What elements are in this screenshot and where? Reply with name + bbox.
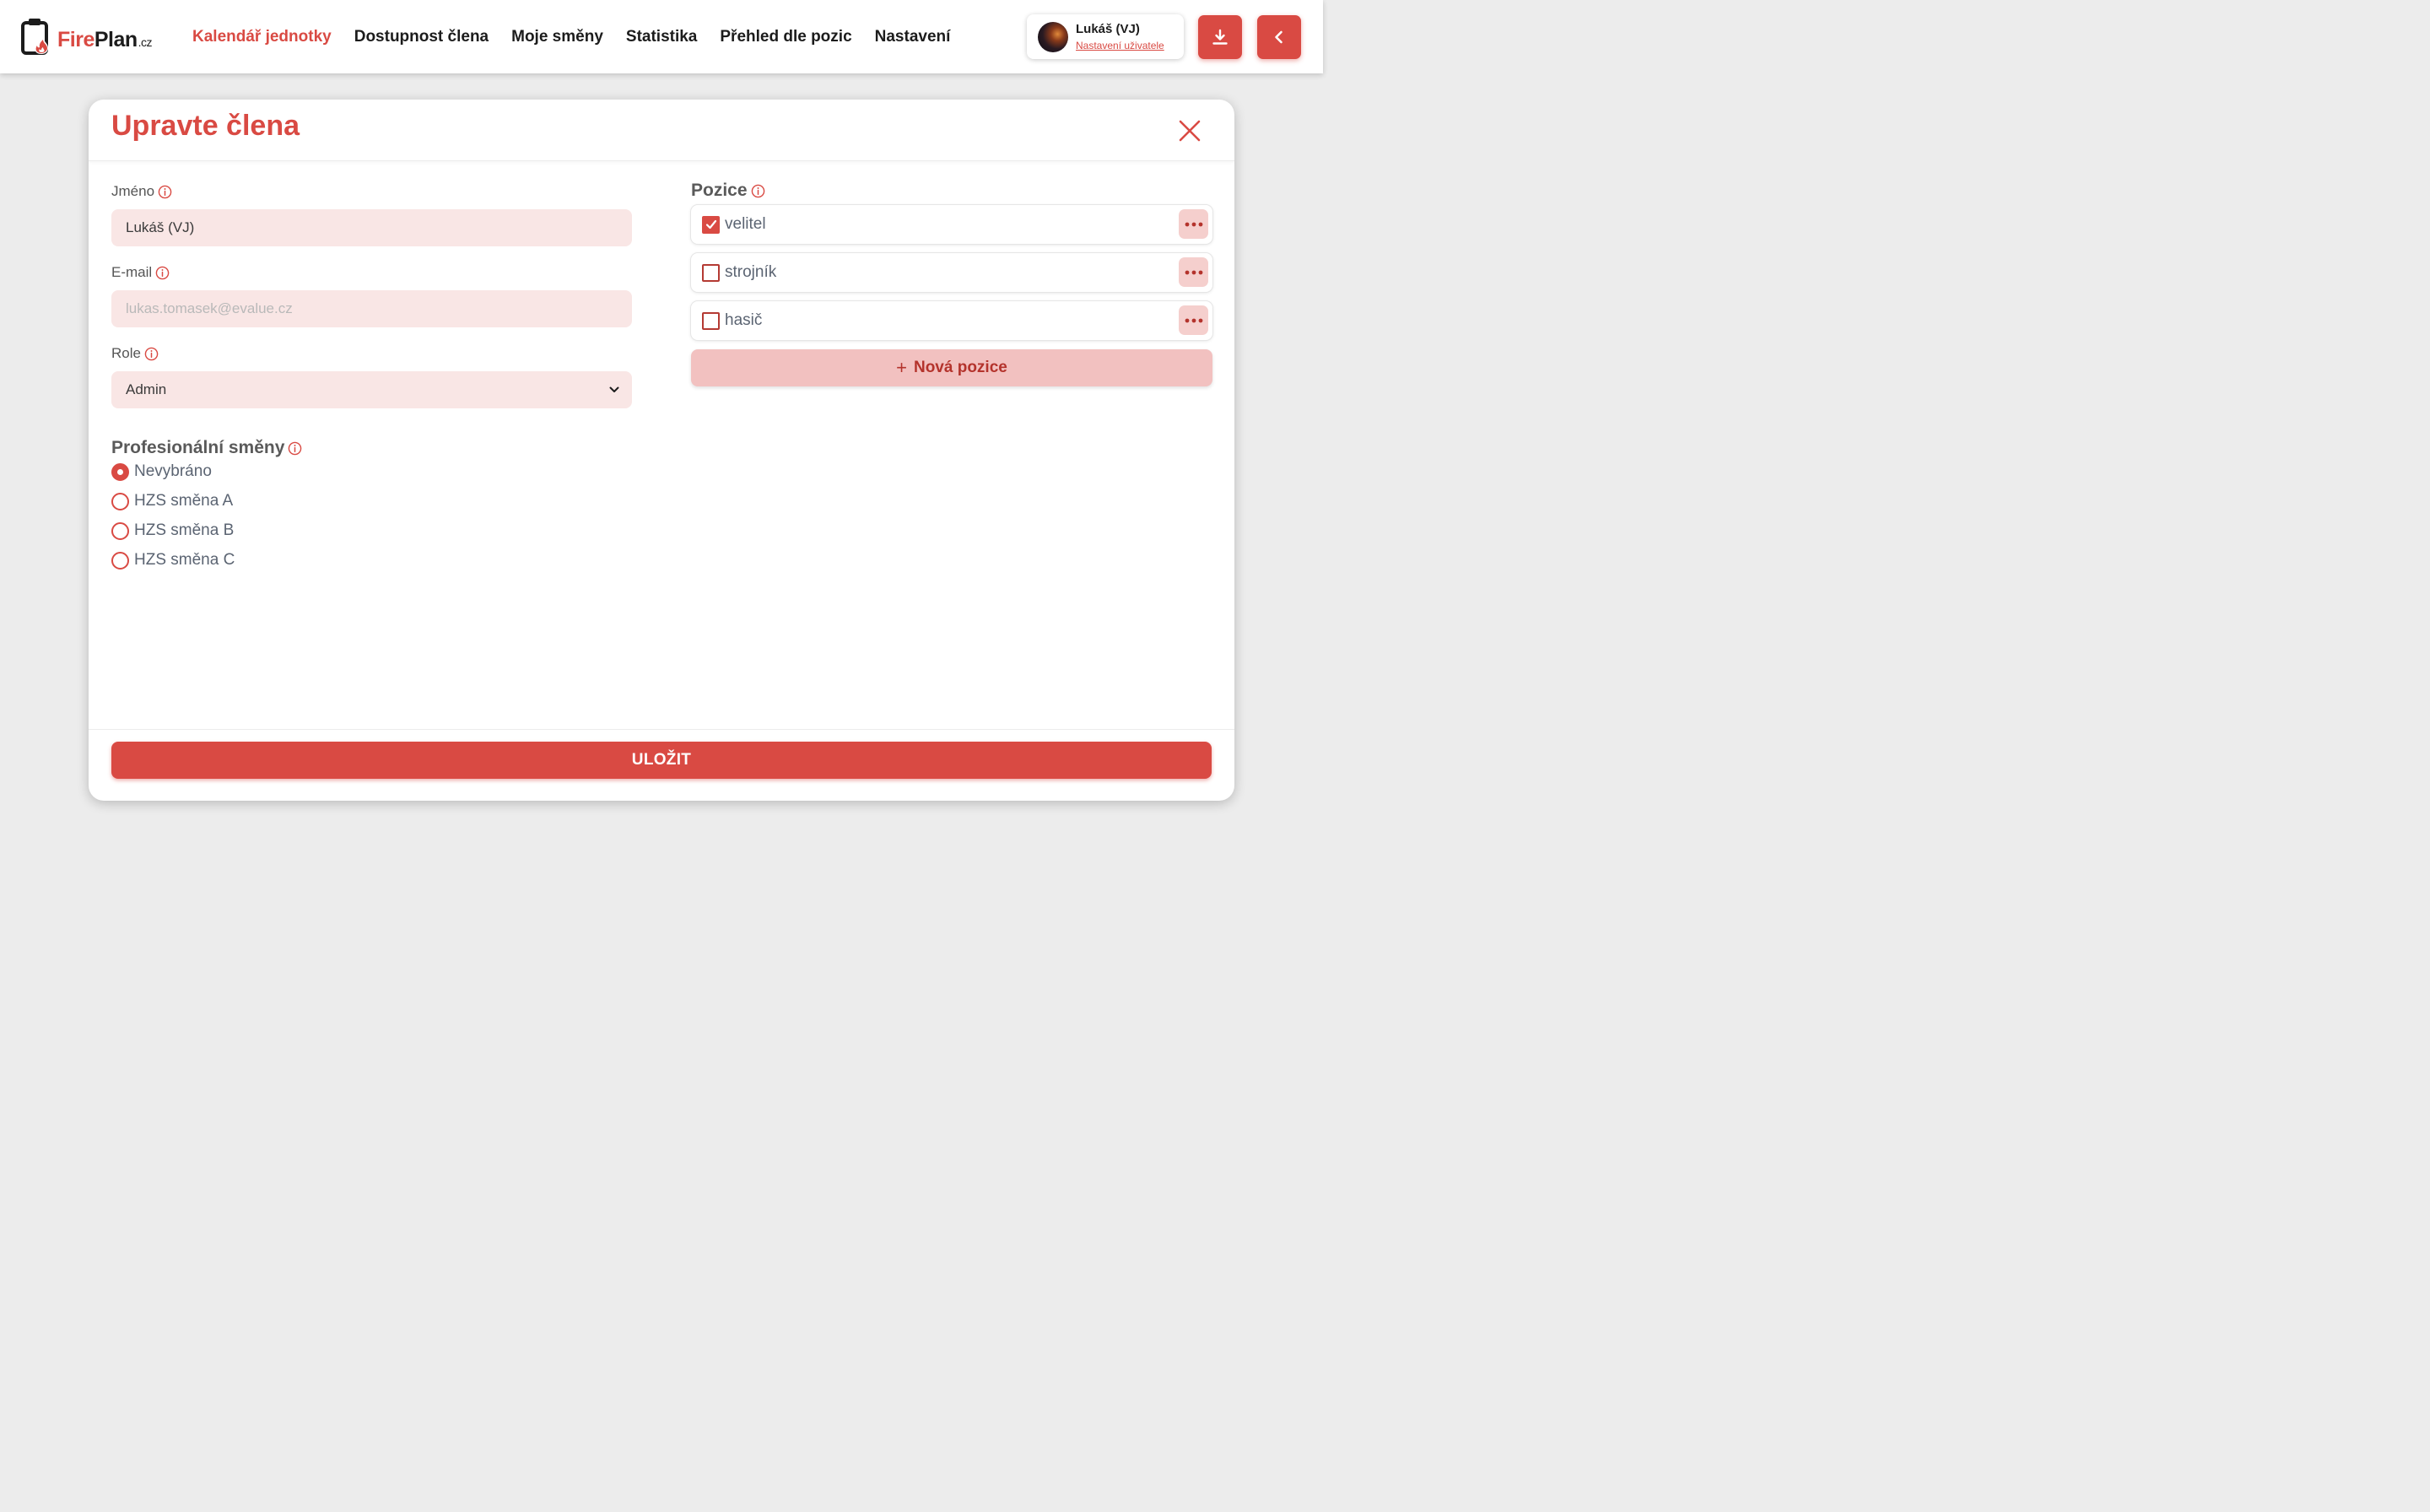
nav-item-member-availability[interactable]: Dostupnost člena (354, 28, 489, 46)
name-field-value: Lukáš (VJ) (126, 219, 195, 235)
shift-option-label: HZS směna A (134, 492, 234, 510)
download-button[interactable] (1198, 15, 1242, 59)
nav-item-statistics[interactable]: Statistika (626, 28, 697, 46)
position-checkbox[interactable] (702, 263, 720, 282)
info-icon[interactable] (751, 184, 765, 198)
position-checkbox[interactable] (702, 215, 720, 234)
shift-option-none[interactable]: Nevybráno (111, 462, 212, 481)
position-item-hasic[interactable]: hasič (691, 301, 1212, 340)
email-field[interactable]: lukas.tomasek@evalue.cz (111, 290, 632, 327)
position-more-button[interactable] (1179, 305, 1208, 335)
position-label: strojník (725, 263, 777, 281)
nav-item-my-shifts[interactable]: Moje směny (511, 28, 603, 46)
radio-button[interactable] (111, 492, 129, 510)
user-name: Lukáš (VJ) (1076, 22, 1140, 36)
email-label-text: E-mail (111, 264, 153, 280)
shift-option-a[interactable]: HZS směna A (111, 492, 233, 510)
name-field[interactable]: Lukáš (VJ) (111, 209, 632, 246)
info-icon[interactable] (144, 347, 159, 361)
shift-option-label: Nevybráno (134, 462, 212, 480)
chevron-down-icon (609, 386, 619, 392)
positions-title-text: Pozice (691, 181, 748, 200)
new-position-button[interactable]: + Nová pozice (691, 349, 1212, 386)
fireplan-logo[interactable]: Fire Plan .cz (20, 17, 153, 56)
role-select-value: Admin (126, 381, 167, 397)
more-dots-icon (1185, 318, 1202, 322)
logo-wordmark: Fire Plan .cz (57, 28, 153, 52)
info-icon[interactable] (158, 185, 172, 199)
shift-option-label: HZS směna C (134, 551, 235, 569)
download-icon (1212, 29, 1228, 45)
info-icon[interactable] (288, 441, 302, 456)
email-field-placeholder: lukas.tomasek@evalue.cz (126, 300, 293, 316)
edit-member-modal: Upravte člena Jméno Lukáš (VJ) E-mail lu… (89, 100, 1234, 801)
radio-button[interactable] (111, 521, 129, 540)
position-checkbox[interactable] (702, 311, 720, 330)
modal-footer: ULOŽIT (89, 729, 1234, 801)
position-label: velitel (725, 215, 766, 233)
radio-button[interactable] (111, 551, 129, 570)
role-select[interactable]: Admin (111, 371, 632, 408)
info-icon[interactable] (155, 266, 170, 280)
professional-shifts-title: Profesionální směny (111, 438, 302, 458)
logo-plan-text: Plan (94, 28, 138, 51)
shift-option-b[interactable]: HZS směna B (111, 521, 234, 540)
nav-item-positions-overview[interactable]: Přehled dle pozic (720, 28, 851, 46)
more-dots-icon (1185, 222, 1202, 226)
position-more-button[interactable] (1179, 209, 1208, 239)
checkmark-icon (705, 219, 716, 230)
logo-fire-text: Fire (57, 28, 94, 51)
back-button[interactable] (1257, 15, 1301, 59)
top-navigation-bar: Fire Plan .cz Kalendář jednotky Dostupnost… (0, 0, 1323, 73)
nav-item-unit-calendar[interactable]: Kalendář jednotky (192, 28, 332, 46)
close-button[interactable] (1177, 118, 1202, 143)
name-label-text: Jméno (111, 183, 155, 199)
radio-button[interactable] (111, 462, 129, 481)
email-label: E-mail (111, 264, 170, 281)
position-label: hasič (725, 311, 763, 329)
user-settings-link[interactable]: Nastavení uživatele (1076, 40, 1164, 51)
main-nav: Kalendář jednotky Dostupnost člena Moje … (192, 0, 973, 73)
position-item-velitel[interactable]: velitel (691, 205, 1212, 244)
avatar (1038, 21, 1068, 52)
shift-option-label: HZS směna B (134, 521, 235, 539)
save-button[interactable]: ULOŽIT (111, 742, 1212, 779)
modal-header: Upravte člena (89, 100, 1234, 161)
plus-icon: + (896, 357, 907, 378)
user-card[interactable]: Lukáš (VJ) Nastavení uživatele (1027, 14, 1184, 59)
clipboard-flame-icon (21, 19, 48, 55)
close-icon (1179, 120, 1201, 142)
professional-shifts-title-text: Profesionální směny (111, 438, 285, 457)
role-label-text: Role (111, 345, 141, 361)
chevron-left-icon (1275, 30, 1282, 44)
position-more-button[interactable] (1179, 257, 1208, 287)
new-position-label: Nová pozice (913, 359, 1007, 376)
nav-item-settings[interactable]: Nastavení (875, 28, 951, 46)
modal-title: Upravte člena (111, 110, 300, 142)
shift-option-c[interactable]: HZS směna C (111, 551, 235, 570)
more-dots-icon (1185, 270, 1202, 274)
position-item-strojnik[interactable]: strojník (691, 253, 1212, 292)
role-label: Role (111, 345, 159, 362)
positions-title: Pozice (691, 181, 765, 201)
logo-tld-text: .cz (138, 35, 153, 49)
name-label: Jméno (111, 183, 172, 200)
